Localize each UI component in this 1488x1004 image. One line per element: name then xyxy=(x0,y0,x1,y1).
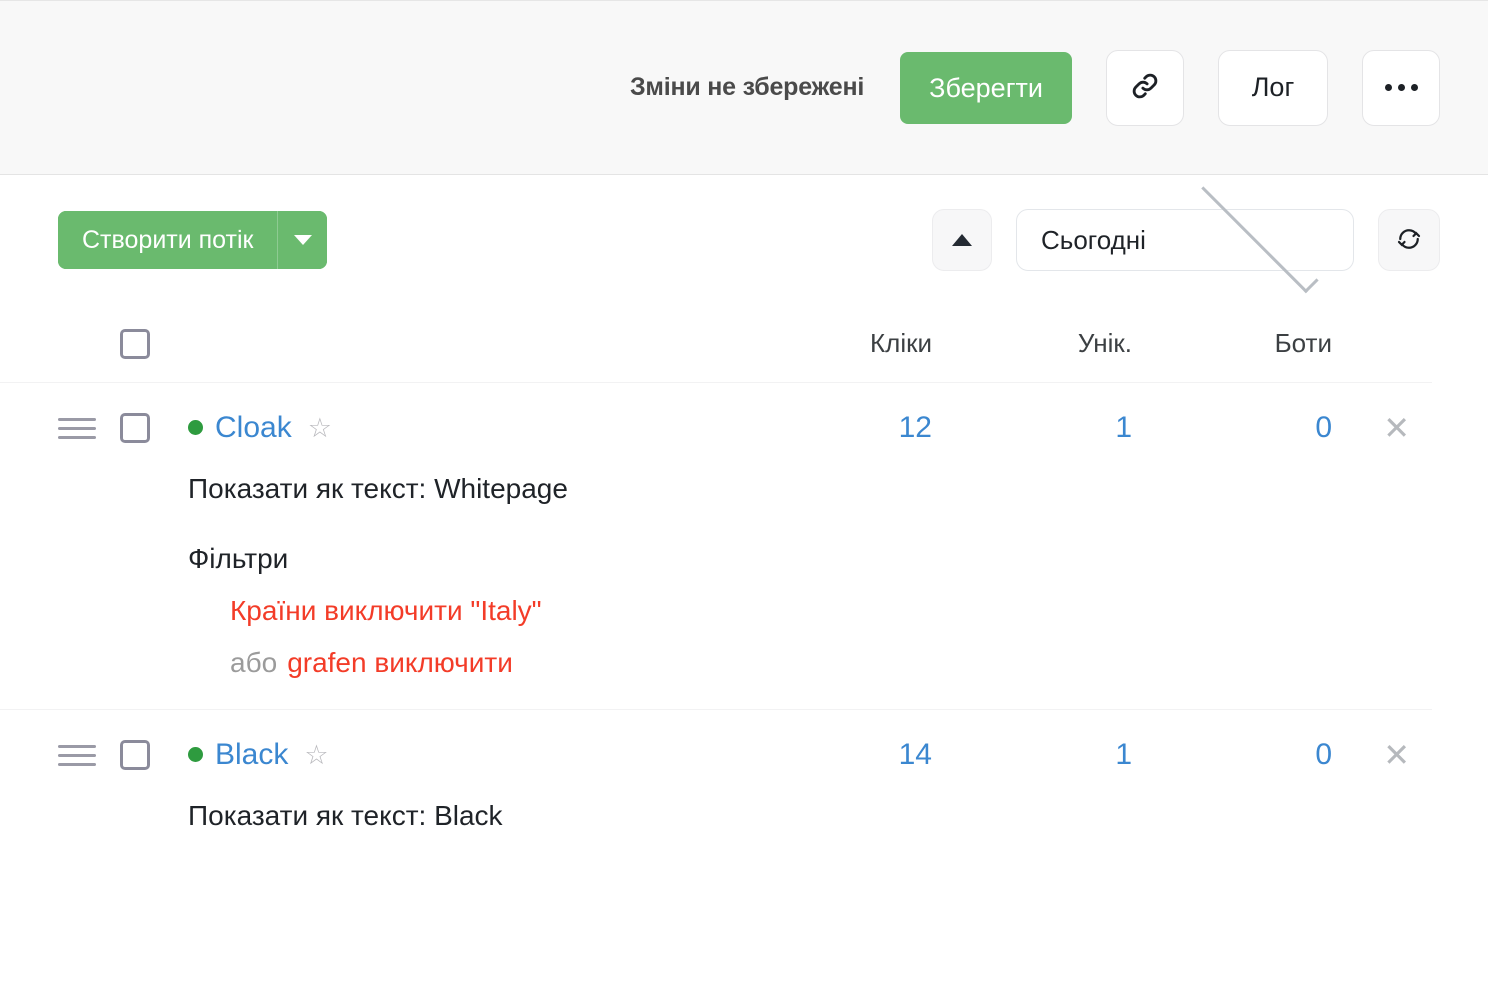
header-unique[interactable]: Унік. xyxy=(932,328,1132,359)
chevron-down-icon xyxy=(293,235,312,245)
link-icon xyxy=(1128,69,1162,106)
filter-item: або grafen виключити xyxy=(230,647,1432,679)
row-unique-value[interactable]: 1 xyxy=(932,411,1132,445)
toolbar: Створити потік Сьогодні xyxy=(0,175,1488,305)
header-clicks[interactable]: Кліки xyxy=(732,328,932,359)
create-stream-button[interactable]: Створити потік xyxy=(58,211,278,269)
header-bots[interactable]: Боти xyxy=(1132,328,1332,359)
row-clicks-value[interactable]: 12 xyxy=(732,411,932,445)
drag-handle-icon[interactable] xyxy=(58,744,96,766)
ellipsis-icon xyxy=(1384,84,1418,91)
row-delete-cell: ✕ xyxy=(1332,412,1432,444)
chevron-up-icon xyxy=(952,234,972,246)
date-range-value: Сьогодні xyxy=(1041,224,1146,255)
row-unique-value[interactable]: 1 xyxy=(932,738,1132,772)
row-filters-label: Фільтри xyxy=(188,543,289,574)
link-button[interactable] xyxy=(1106,49,1184,126)
filter-conjunction: або xyxy=(230,647,278,678)
drag-handle-icon[interactable] xyxy=(58,417,96,439)
favorite-star-icon[interactable]: ☆ xyxy=(308,413,332,443)
row-handle-cell xyxy=(58,744,120,766)
row-clicks-value[interactable]: 14 xyxy=(732,738,932,772)
log-button[interactable]: Лог xyxy=(1218,49,1328,126)
refresh-icon xyxy=(1394,224,1424,257)
stream-name-link[interactable]: Cloak xyxy=(215,411,292,444)
unsaved-changes-label: Зміни не збережені xyxy=(629,73,865,101)
table-header-row: Кліки Унік. Боти xyxy=(0,305,1432,383)
row-handle-cell xyxy=(58,417,120,439)
select-all-checkbox[interactable] xyxy=(120,328,150,359)
chevron-down-icon xyxy=(1200,175,1318,293)
collapse-button[interactable] xyxy=(932,209,992,271)
create-stream-dropdown-button[interactable] xyxy=(277,211,328,269)
row-name-cell: Cloak ☆ xyxy=(188,411,732,445)
status-dot-icon xyxy=(188,747,203,762)
close-icon[interactable]: ✕ xyxy=(1383,410,1410,446)
refresh-button[interactable] xyxy=(1378,209,1440,271)
row-select-cell xyxy=(120,740,188,770)
table-row-main: Cloak ☆ 12 1 0 ✕ xyxy=(58,411,1432,445)
table-row-main: Black ☆ 14 1 0 ✕ xyxy=(58,738,1432,772)
date-range-select[interactable]: Сьогодні xyxy=(1016,175,1354,293)
row-subtitle: Показати як текст: Black xyxy=(188,800,503,831)
status-dot-icon xyxy=(188,420,203,435)
top-header-bar: Зміни не збережені Зберегти Лог xyxy=(0,0,1488,175)
row-delete-cell: ✕ xyxy=(1332,739,1432,771)
row-name-cell: Black ☆ xyxy=(188,738,732,772)
row-checkbox[interactable] xyxy=(120,740,150,770)
filter-text: Країни виключити "Italy" xyxy=(230,595,542,626)
close-icon[interactable]: ✕ xyxy=(1383,737,1410,773)
row-subtitle: Показати як текст: Whitepage xyxy=(188,473,568,504)
save-button[interactable]: Зберегти xyxy=(900,51,1072,124)
toolbar-right-controls: Сьогодні xyxy=(932,175,1440,293)
more-options-button[interactable] xyxy=(1362,49,1440,126)
row-bots-value[interactable]: 0 xyxy=(1132,738,1332,772)
row-checkbox[interactable] xyxy=(120,413,150,443)
filter-item: Країни виключити "Italy" xyxy=(230,595,1432,627)
select-all-cell xyxy=(120,328,188,359)
create-stream-split-button: Створити потік xyxy=(58,211,328,269)
favorite-star-icon[interactable]: ☆ xyxy=(304,740,328,770)
row-bots-value[interactable]: 0 xyxy=(1132,411,1332,445)
table-row: Cloak ☆ 12 1 0 ✕ Показати як текст: White… xyxy=(0,383,1432,710)
row-select-cell xyxy=(120,413,188,443)
filter-text: grafen виключити xyxy=(287,647,513,678)
stream-name-link[interactable]: Black xyxy=(215,738,288,771)
table-row: Black ☆ 14 1 0 ✕ Показати як текст: Black xyxy=(0,710,1432,862)
streams-table: Кліки Унік. Боти Cloak ☆ 12 1 0 ✕ Показат… xyxy=(0,305,1488,862)
